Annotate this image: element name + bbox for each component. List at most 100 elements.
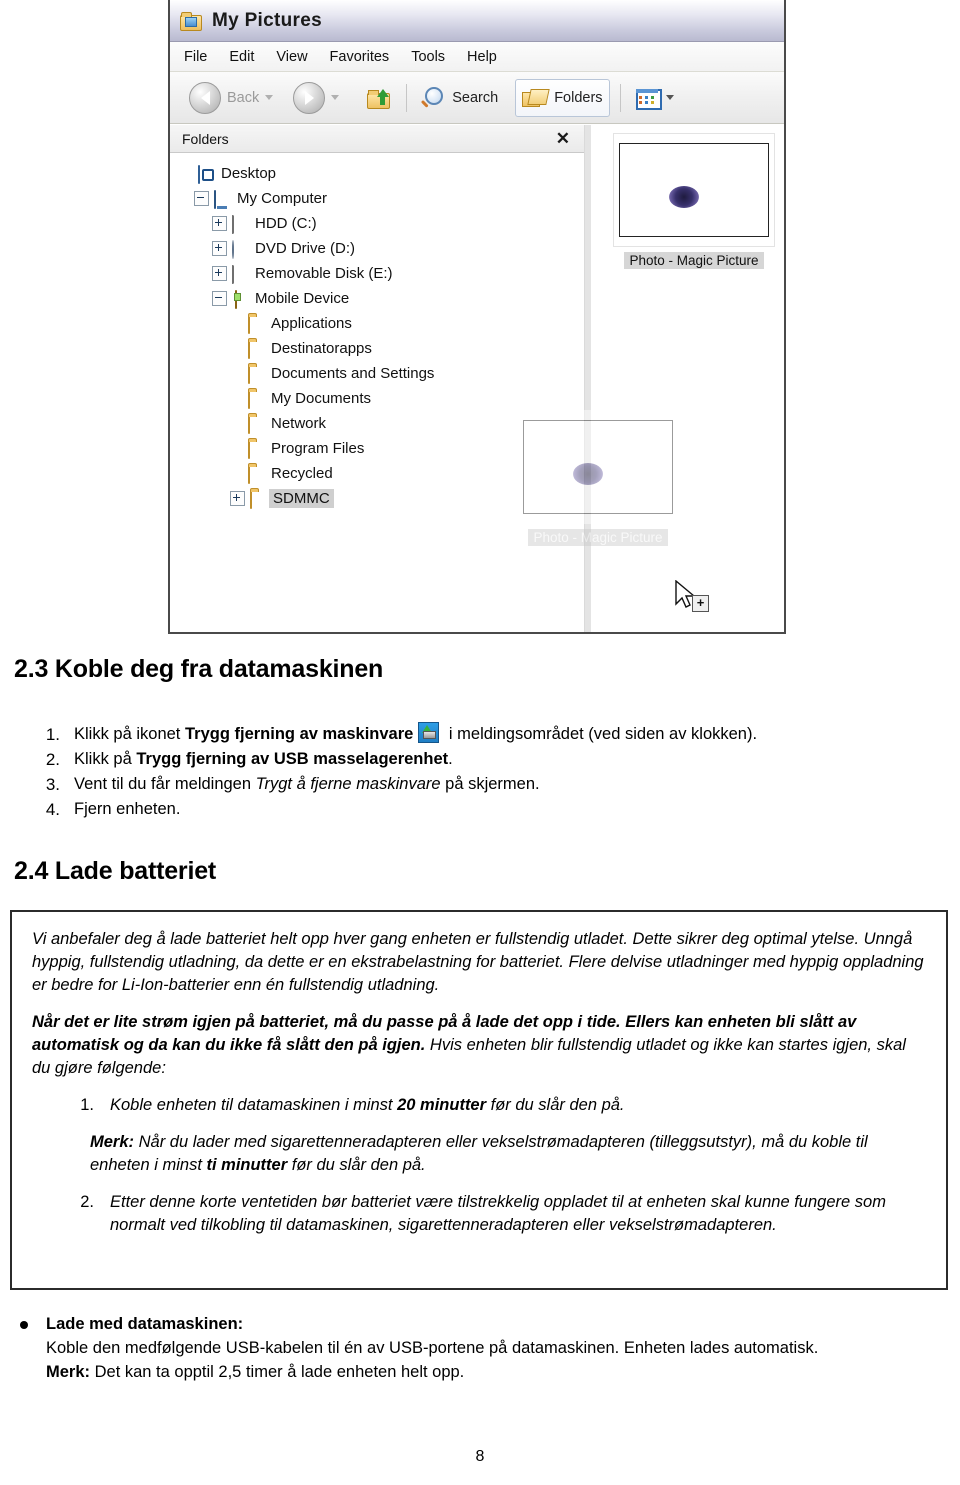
tree-item-label: My Documents bbox=[271, 390, 372, 407]
explorer-window-screenshot: My Pictures File Edit View Favorites Too… bbox=[168, 0, 786, 634]
tree-expander-plus[interactable] bbox=[212, 241, 227, 256]
list-item-number: 2. bbox=[45, 750, 60, 769]
views-dropdown-chevron-icon[interactable] bbox=[665, 95, 674, 100]
merk-label: Merk: bbox=[90, 1133, 135, 1151]
drag-preview-caption: Photo - Magic Picture bbox=[528, 529, 668, 546]
folder-icon bbox=[248, 340, 265, 359]
menu-item-tools[interactable]: Tools bbox=[411, 49, 445, 65]
list-item: 1. Klikk på ikonet Trygg fjerning av mask… bbox=[46, 722, 960, 747]
list-item: 2. Klikk på Trygg fjerning av USB massela… bbox=[46, 747, 960, 772]
merk-text-bold: ti minutter bbox=[206, 1156, 288, 1174]
explorer-titlebar: My Pictures bbox=[170, 0, 784, 42]
tree-expander-minus[interactable] bbox=[212, 291, 227, 306]
folder-icon bbox=[248, 365, 265, 384]
battery-steps-list-2: 2. Etter denne korte ventetiden bør batte… bbox=[32, 1191, 926, 1237]
back-dropdown-chevron-icon[interactable] bbox=[265, 95, 274, 100]
tree-item-desktop[interactable]: Desktop bbox=[180, 161, 584, 186]
tree-item-mobile-device[interactable]: Mobile Device bbox=[180, 286, 584, 311]
up-one-level-button[interactable] bbox=[360, 79, 398, 117]
tree-item-documents-and-settings[interactable]: Documents and Settings bbox=[180, 361, 584, 386]
menu-item-edit[interactable]: Edit bbox=[229, 49, 254, 65]
list-item-text: Etter denne korte ventetiden bør batteri… bbox=[110, 1193, 886, 1234]
section-heading-2-4: 2.4 Lade batteriet bbox=[14, 857, 217, 885]
forward-arrow-icon bbox=[293, 81, 326, 114]
list-item-text-pre: Klikk på bbox=[74, 750, 137, 768]
thumbnail-frame bbox=[613, 133, 775, 247]
menu-item-file[interactable]: File bbox=[184, 49, 207, 65]
photo-thumbnail-image bbox=[619, 143, 769, 237]
tree-item-label: Network bbox=[271, 415, 327, 432]
search-button-label: Search bbox=[452, 89, 499, 106]
tree-item-label: Program Files bbox=[271, 440, 365, 457]
close-icon[interactable]: ✕ bbox=[552, 130, 574, 147]
disconnect-steps-list: 1. Klikk på ikonet Trygg fjerning av mask… bbox=[14, 722, 960, 822]
list-item-number: 2. bbox=[80, 1193, 94, 1211]
hdd-icon bbox=[232, 215, 249, 234]
bullet-body-text: Koble den medfølgende USB-kabelen til én… bbox=[46, 1339, 819, 1357]
tree-item-hdd-c[interactable]: HDD (C:) bbox=[180, 211, 584, 236]
tree-item-label: Applications bbox=[271, 315, 352, 332]
pane-splitter[interactable] bbox=[585, 125, 591, 632]
tree-expander-minus[interactable] bbox=[194, 191, 209, 206]
list-item-number: 4. bbox=[45, 800, 60, 819]
list-item-text-post: på skjermen. bbox=[440, 775, 540, 793]
back-arrow-icon bbox=[189, 81, 221, 114]
list-item-text-bold: Trygg fjerning av USB masselagerenhet bbox=[136, 750, 449, 768]
tree-item-my-documents[interactable]: My Documents bbox=[180, 386, 584, 411]
tree-item-dvd-drive-d[interactable]: DVD Drive (D:) bbox=[180, 236, 584, 261]
list-item-text-pre: Vent til du får meldingen bbox=[74, 775, 256, 793]
tree-item-applications[interactable]: Applications bbox=[180, 311, 584, 336]
tree-item-my-computer[interactable]: My Computer bbox=[180, 186, 584, 211]
tree-item-label: DVD Drive (D:) bbox=[255, 240, 355, 257]
battery-paragraph-2: Når det er lite strøm igjen på batteriet… bbox=[32, 1011, 926, 1080]
thumbnail-item-photo-magic-picture[interactable]: Photo - Magic Picture bbox=[613, 133, 775, 269]
explorer-window-title: My Pictures bbox=[212, 9, 322, 31]
tree-expander-plus[interactable] bbox=[230, 491, 245, 506]
menu-item-view[interactable]: View bbox=[276, 49, 307, 65]
tree-item-label: Recycled bbox=[271, 465, 333, 482]
tree-item-label: Mobile Device bbox=[255, 290, 350, 307]
tree-item-removable-disk-e[interactable]: Removable Disk (E:) bbox=[180, 261, 584, 286]
list-item-number: 3. bbox=[45, 775, 60, 794]
forward-dropdown-chevron-icon[interactable] bbox=[331, 95, 340, 100]
forward-button[interactable] bbox=[286, 79, 352, 117]
tree-item-destinatorapps[interactable]: Destinatorapps bbox=[180, 336, 584, 361]
list-item-text-post: i meldingsområdet (ved siden av klokken)… bbox=[444, 725, 758, 743]
list-item-text-pre: Koble enheten til datamaskinen i minst bbox=[110, 1096, 398, 1114]
folder-icon bbox=[248, 415, 265, 434]
folders-pane-title: Folders bbox=[182, 130, 229, 147]
battery-info-panel: Vi anbefaler deg å lade batteriet helt o… bbox=[10, 910, 948, 1290]
views-button[interactable] bbox=[629, 79, 687, 117]
views-icon bbox=[635, 88, 662, 110]
folder-icon bbox=[248, 440, 265, 459]
back-button[interactable]: Back bbox=[182, 79, 286, 117]
search-icon bbox=[421, 86, 446, 109]
tree-item-label: My Computer bbox=[237, 190, 328, 207]
mobile-device-icon bbox=[232, 290, 249, 309]
list-item-text-post: før du slår den på. bbox=[486, 1096, 625, 1114]
list-item: 2. Etter denne korte ventetiden bør batte… bbox=[80, 1191, 926, 1237]
list-item-text-post: . bbox=[448, 750, 453, 768]
explorer-toolbar: Back Search Folders bbox=[170, 72, 784, 124]
tree-expander-none bbox=[180, 167, 193, 180]
tree-expander-plus[interactable] bbox=[212, 216, 227, 231]
folders-button[interactable]: Folders bbox=[515, 78, 610, 117]
drag-preview-photo-magic-picture: Photo - Magic Picture bbox=[517, 410, 679, 546]
computer-icon bbox=[214, 190, 231, 209]
battery-paragraph-1: Vi anbefaler deg å lade batteriet helt o… bbox=[32, 930, 924, 994]
thumbnail-caption: Photo - Magic Picture bbox=[624, 252, 764, 269]
list-item-number: 1. bbox=[80, 1096, 94, 1114]
bullet-dot-icon bbox=[20, 1321, 28, 1329]
menu-item-favorites[interactable]: Favorites bbox=[330, 49, 390, 65]
folders-button-label: Folders bbox=[554, 89, 603, 106]
page-number: 8 bbox=[475, 1448, 485, 1465]
drag-cursor-icon: + bbox=[675, 580, 709, 616]
section-heading-2-3: 2.3 Koble deg fra datamaskinen bbox=[14, 655, 384, 683]
toolbar-separator-2 bbox=[619, 83, 621, 112]
search-button[interactable]: Search bbox=[415, 79, 505, 117]
folder-icon bbox=[248, 315, 265, 334]
bullet-note-text: Det kan ta opptil 2,5 timer å lade enhet… bbox=[90, 1363, 465, 1381]
menu-item-help[interactable]: Help bbox=[467, 49, 497, 65]
toolbar-separator-1 bbox=[406, 83, 408, 112]
tree-expander-plus[interactable] bbox=[212, 266, 227, 281]
